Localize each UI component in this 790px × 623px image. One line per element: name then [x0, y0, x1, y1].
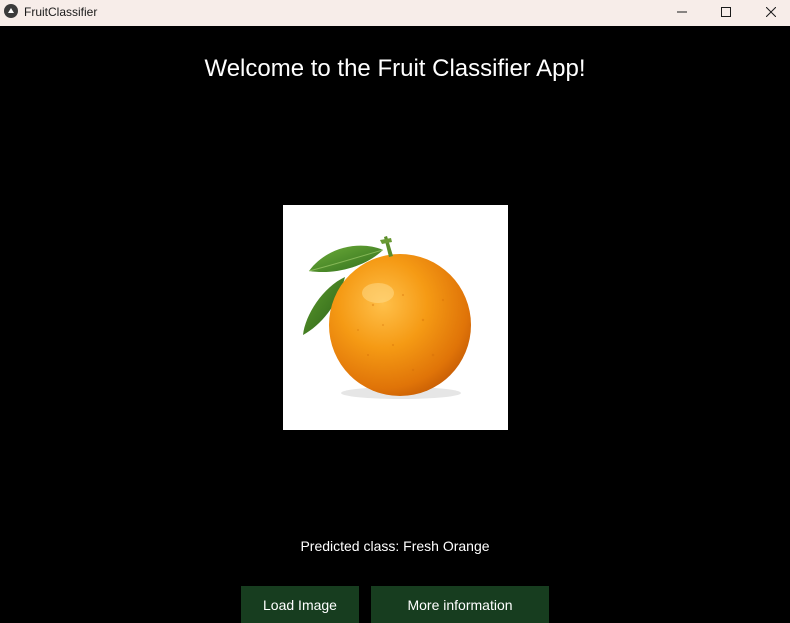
minimize-button[interactable]	[659, 0, 705, 26]
window-title: FruitClassifier	[24, 5, 98, 19]
maximize-icon	[721, 4, 731, 22]
more-information-button[interactable]: More information	[371, 586, 549, 623]
close-button[interactable]	[748, 0, 790, 26]
welcome-heading: Welcome to the Fruit Classifier App!	[204, 55, 586, 82]
orange-illustration	[303, 236, 471, 399]
app-icon	[4, 4, 18, 18]
app-window: FruitClassifier Welcome to the Fruit Cla…	[0, 0, 790, 623]
load-image-button[interactable]: Load Image	[241, 586, 359, 623]
maximize-button[interactable]	[703, 0, 749, 26]
fruit-image	[283, 205, 508, 430]
close-icon	[765, 4, 777, 22]
minimize-icon	[677, 4, 687, 22]
prediction-label: Predicted class: Fresh Orange	[300, 538, 490, 554]
title-bar[interactable]: FruitClassifier	[0, 0, 790, 26]
